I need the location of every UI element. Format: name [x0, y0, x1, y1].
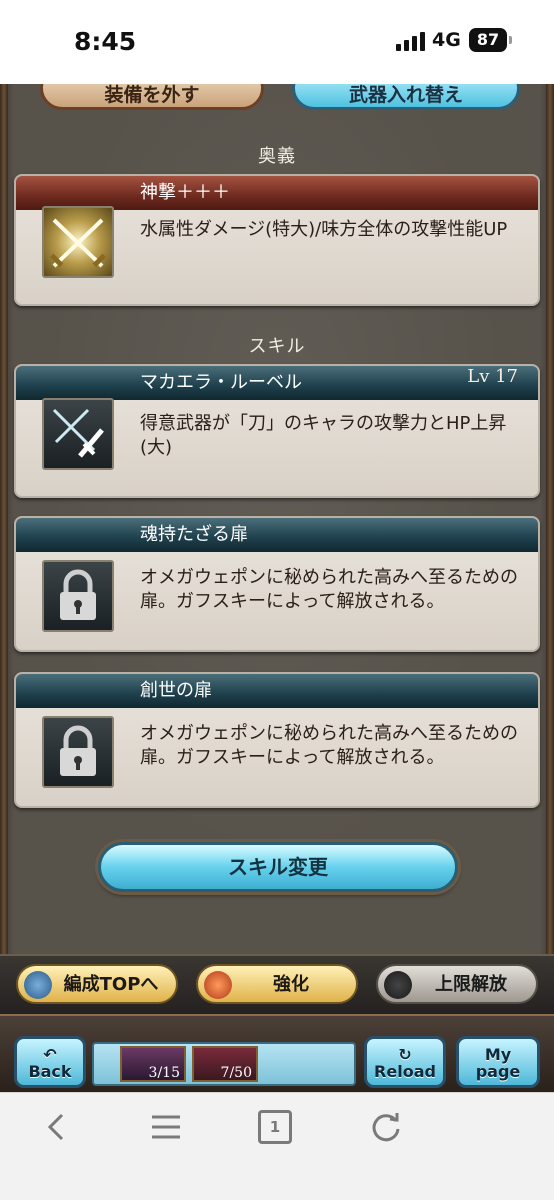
status-bar: 8:45 4G 87	[0, 0, 554, 84]
browser-toolbar: 1	[0, 1092, 554, 1200]
skill-card-3[interactable]: 創世の扉 オメガウェポンに秘められた高みへ至るための扉。ガフスキーによって解放さ…	[14, 672, 540, 808]
tabs-count: 1	[269, 1118, 281, 1136]
reload-button[interactable]: ↻ Reload	[364, 1036, 446, 1088]
skill-card-1[interactable]: マカエラ・ルーベル Lv 17 得意武器が「刀」のキャラの攻撃力とHP上昇(大)	[14, 364, 540, 498]
lock-icon	[42, 560, 114, 632]
ougi-section-title: 奥義	[0, 142, 554, 168]
refresh-icon[interactable]	[366, 1107, 406, 1147]
ougi-name: 神撃＋＋＋	[16, 176, 538, 210]
skill-section-title: スキル	[0, 332, 554, 358]
skill-3-description: オメガウェポンに秘められた高みへ至るための扉。ガフスキーによって解放される。	[140, 723, 518, 768]
ougi-description: 水属性ダメージ(特大)/味方全体の攻撃性能UP	[140, 219, 508, 240]
skill-1-name: マカエラ・ルーベル	[140, 372, 302, 393]
tabs-button[interactable]: 1	[258, 1110, 292, 1144]
network-type: 4G	[432, 29, 461, 51]
sword-skill-icon	[42, 398, 114, 470]
frame-left	[0, 84, 8, 954]
swap-weapon-button[interactable]: 武器入れ替え	[292, 84, 520, 110]
party-icon	[24, 971, 52, 999]
item-shortcut-bar: 3/15 7/50	[92, 1042, 356, 1086]
back-button[interactable]: ↶ Back	[14, 1036, 86, 1088]
frame-right	[546, 84, 554, 954]
skill-2-name: 魂持たざる扉	[140, 524, 248, 545]
limit-break-button[interactable]: 上限解放	[376, 964, 538, 1004]
skill-1-description: 得意武器が「刀」のキャラの攻撃力とHP上昇(大)	[140, 413, 507, 458]
lock-icon	[42, 716, 114, 788]
battery-icon: 87	[469, 28, 512, 52]
item-slot-1[interactable]: 3/15	[120, 1046, 186, 1082]
back-label: Back	[28, 1062, 72, 1081]
bottom-nav-row: 編成TOPへ 強化 上限解放	[0, 954, 554, 1014]
battery-level: 87	[476, 30, 500, 49]
cell-signal-icon	[396, 31, 426, 51]
party-top-label: 編成TOPへ	[63, 974, 159, 995]
mypage-label-2: page	[475, 1062, 521, 1081]
skill-change-button[interactable]: スキル変更	[98, 842, 458, 892]
skill-card-2[interactable]: 魂持たざる扉 オメガウェポンに秘められた高みへ至るための扉。ガフスキーによって解…	[14, 516, 540, 652]
item-slot-2[interactable]: 7/50	[192, 1046, 258, 1082]
clock-time: 8:45	[74, 27, 137, 56]
skill-3-name: 創世の扉	[140, 680, 212, 701]
reload-label: Reload	[374, 1062, 436, 1081]
crossed-swords-icon	[42, 206, 114, 278]
skill-2-description: オメガウェポンに秘められた高みへ至るための扉。ガフスキーによって解放される。	[140, 567, 518, 612]
item-2-count: 7/50	[220, 1065, 252, 1081]
stars-icon	[384, 971, 412, 999]
party-top-button[interactable]: 編成TOPへ	[16, 964, 178, 1004]
remove-equipment-button[interactable]: 装備を外す	[40, 84, 264, 110]
mypage-button[interactable]: My page	[456, 1036, 540, 1088]
enhance-label: 強化	[273, 974, 309, 995]
browser-back-icon[interactable]	[36, 1107, 76, 1147]
command-bar: ↶ Back 3/15 7/50 ↻ Reload My page	[0, 1014, 554, 1092]
limit-break-label: 上限解放	[435, 974, 507, 995]
ougi-card[interactable]: 神撃＋＋＋ 水属性ダメージ(特大)/味方全体の攻撃性能UP	[14, 174, 540, 306]
skill-1-level: Lv 17	[467, 366, 518, 387]
menu-icon[interactable]	[146, 1107, 186, 1147]
enhance-button[interactable]: 強化	[196, 964, 358, 1004]
item-1-count: 3/15	[148, 1065, 180, 1081]
up-arrow-icon	[204, 971, 232, 999]
weapon-detail-panel: 装備を外す 武器入れ替え 奥義 神撃＋＋＋ 水属性ダメージ(特大)/味方全体の攻…	[0, 84, 554, 954]
